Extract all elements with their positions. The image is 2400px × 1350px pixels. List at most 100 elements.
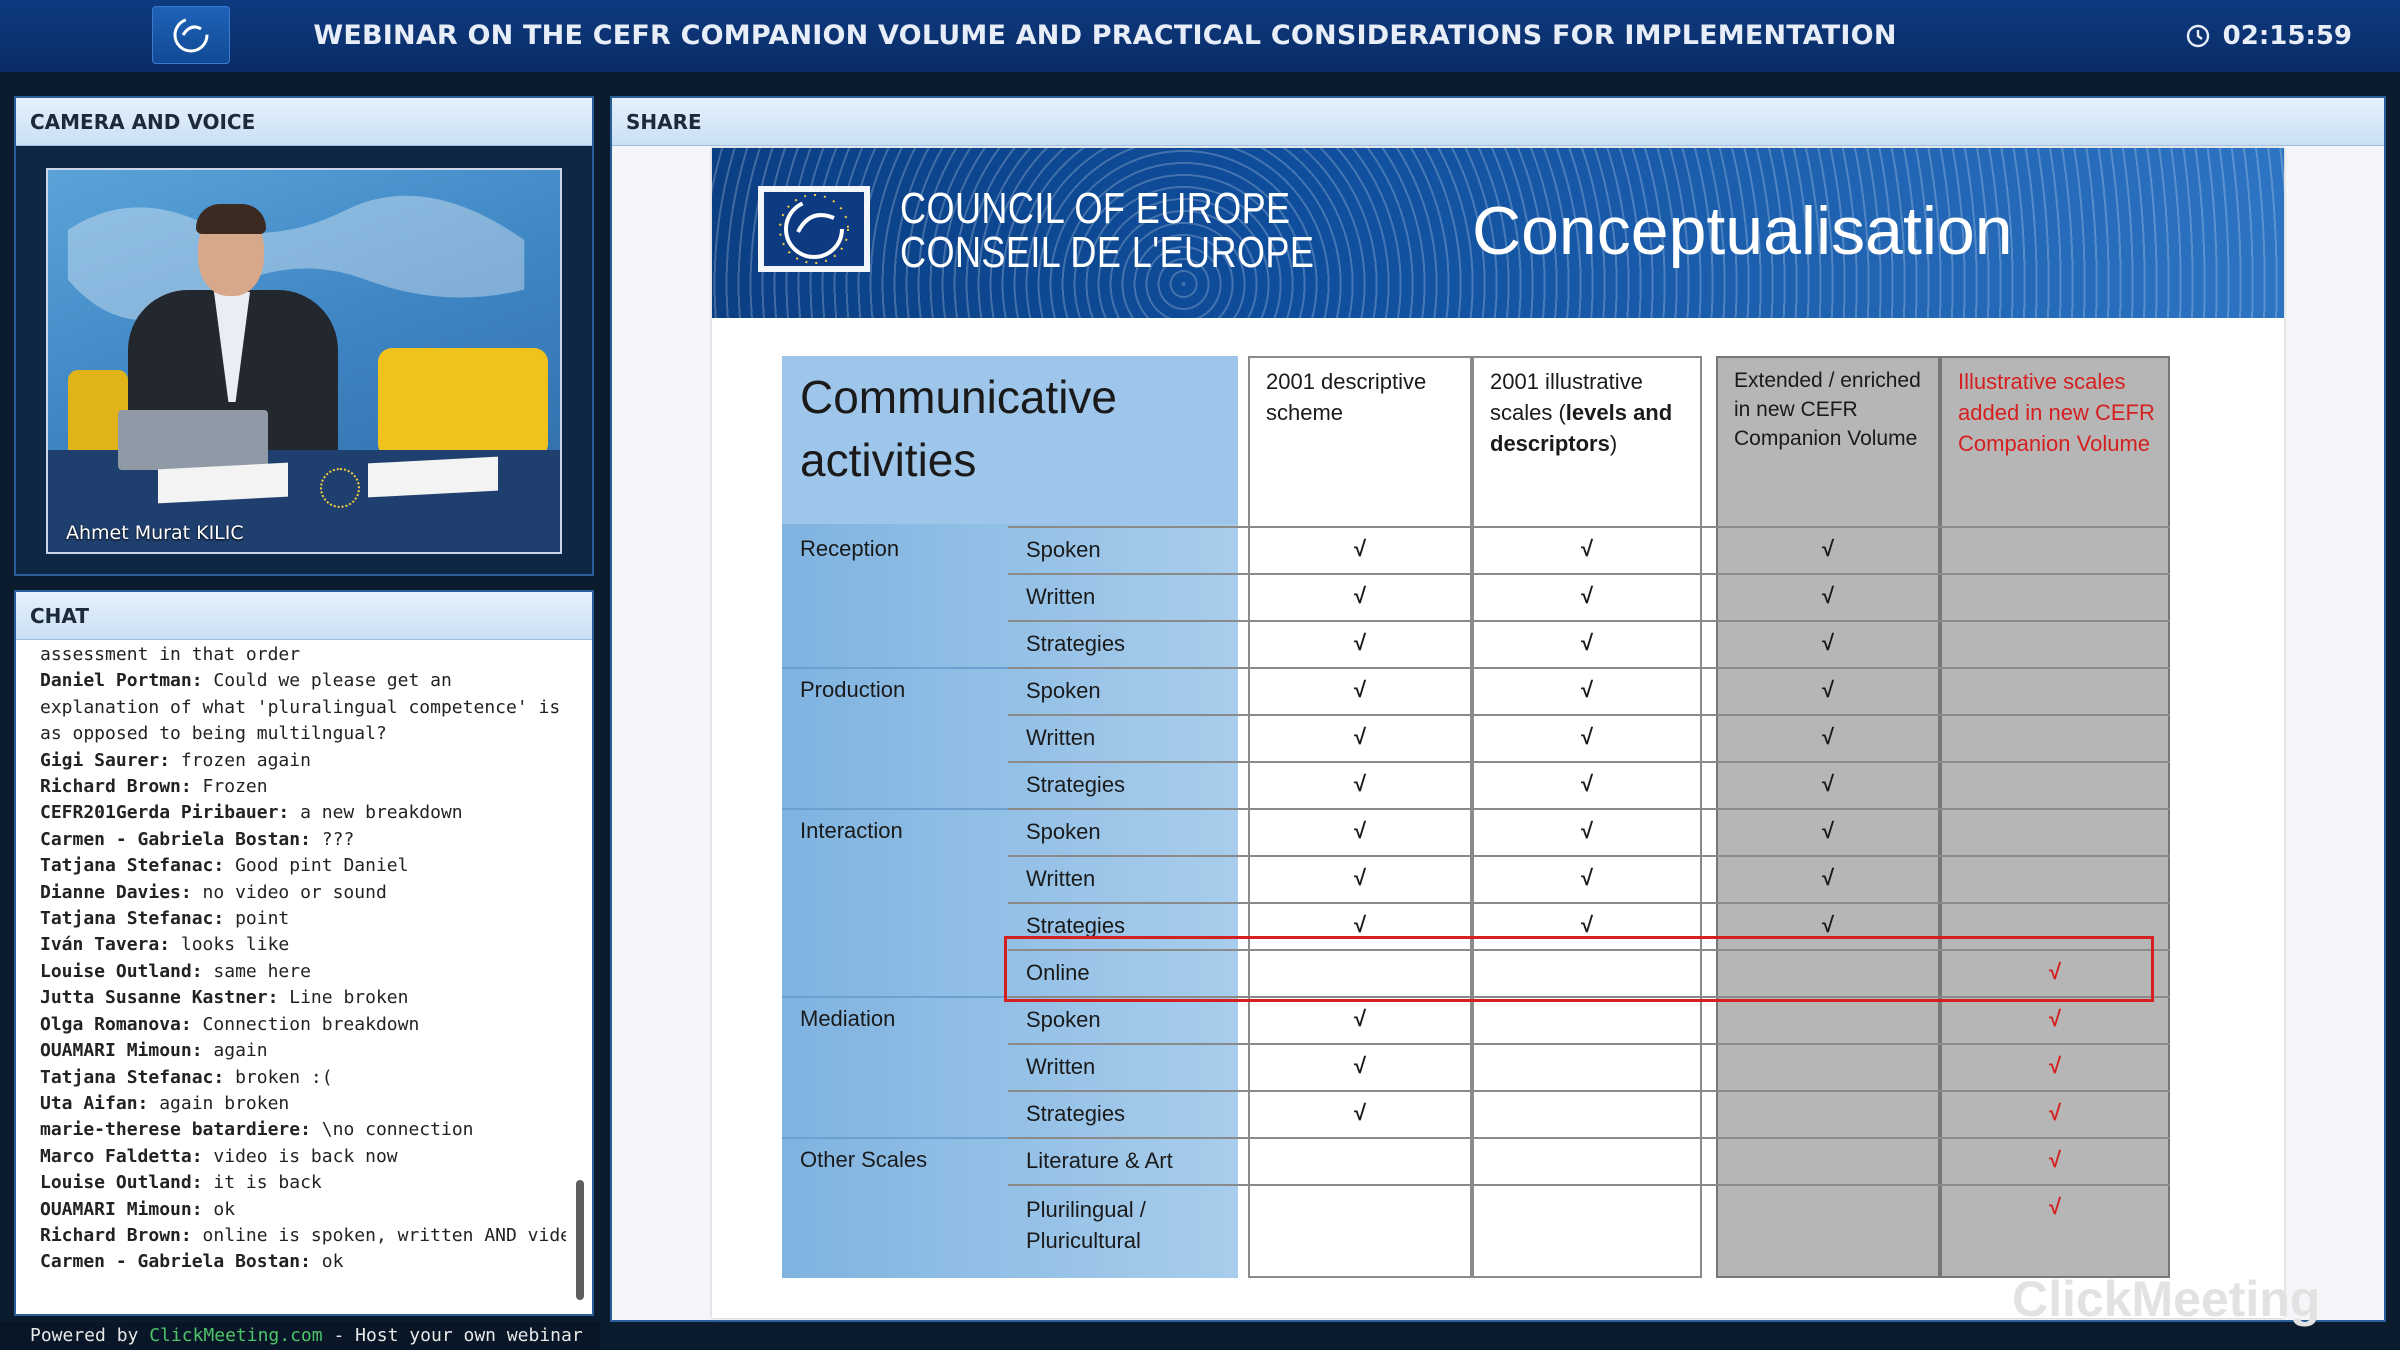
chat-text: no video or sound	[191, 881, 387, 903]
chat-text: Connection breakdown	[191, 1013, 420, 1035]
presentation-slide: COUNCIL OF EUROPE CONSEIL DE L'EUROPE Co…	[712, 148, 2320, 1327]
chat-message: Olga Romanova: Connection breakdown	[40, 1012, 566, 1038]
session-timer: 02:15:59	[2185, 0, 2352, 72]
col1-background	[1248, 356, 1472, 1278]
chat-message: OUAMARI Mimoun: again	[40, 1038, 566, 1064]
col2-header: 2001 illustrative scales (levels and des…	[1490, 366, 1696, 459]
check-mark: √	[1353, 583, 1367, 608]
check-mark: √	[1353, 912, 1367, 937]
app-logo-icon	[152, 6, 230, 64]
check-mark: √	[1353, 1006, 1367, 1031]
powered-by-footer: Powered by ClickMeeting.com - Host your …	[0, 1322, 600, 1350]
chat-author: Tatjana Stefanac:	[40, 1066, 225, 1088]
nameplate-right	[368, 456, 498, 498]
chat-message: Daniel Portman: Could we please get an e…	[40, 668, 566, 747]
coe-name-english: COUNCIL OF EUROPE	[900, 184, 1291, 233]
chat-text: video is back now	[202, 1145, 398, 1167]
chat-author: Richard Brown:	[40, 776, 192, 798]
check-mark: √	[1353, 1053, 1367, 1078]
chat-text: broken :(	[224, 1066, 333, 1088]
chat-message: CEFR201Gerda Piribauer: a new breakdown	[40, 800, 566, 826]
col4-background	[1940, 356, 2170, 1278]
check-mark: √	[1821, 583, 1835, 608]
chat-message: marie-therese batardiere: \no connection	[40, 1117, 566, 1143]
row-divider	[1008, 902, 2170, 904]
chair-right	[378, 348, 548, 458]
row-divider	[1008, 855, 2170, 857]
camera-panel-header: CAMERA AND VOICE	[16, 98, 592, 146]
chat-message: Dianne Davies: no video or sound	[40, 880, 566, 906]
row-divider	[1008, 808, 2170, 810]
chat-author: CEFR201Gerda Piribauer:	[40, 802, 290, 824]
chat-scrollbar-thumb[interactable]	[576, 1180, 584, 1300]
chat-message: Carmen - Gabriela Bostan: ???	[40, 827, 566, 853]
chat-message: Tatjana Stefanac: Good pint Daniel	[40, 853, 566, 879]
check-mark: √	[1821, 677, 1835, 702]
chat-author: Marco Faldetta:	[40, 1145, 203, 1167]
check-mark: √	[1580, 724, 1594, 749]
row-divider	[1008, 1137, 2170, 1139]
chat-message: Gigi Saurer: frozen again	[40, 748, 566, 774]
table-corner-label: Communicative activities	[800, 371, 1117, 486]
chat-message: assessment in that order	[40, 642, 566, 668]
slide-banner: COUNCIL OF EUROPE CONSEIL DE L'EUROPE Co…	[712, 148, 2284, 318]
chat-author: OUAMARI Mimoun:	[40, 1040, 203, 1062]
row-divider	[1008, 573, 2170, 575]
chat-text: again	[202, 1040, 268, 1062]
chat-text: same here	[202, 960, 311, 982]
check-mark: √	[1353, 1100, 1367, 1125]
chat-message: OUAMARI Mimoun: ok	[40, 1197, 566, 1223]
row-group-label: Reception	[800, 536, 900, 561]
chat-text: online is spoken, written AND video	[191, 1224, 566, 1246]
chat-author: Daniel Portman:	[40, 670, 203, 692]
row-label: Spoken	[1026, 1007, 1101, 1032]
check-mark: √	[1580, 818, 1594, 843]
chat-text: \no connection	[310, 1119, 474, 1141]
speaker-video[interactable]: Ahmet Murat KILIC	[46, 168, 562, 554]
camera-panel: CAMERA AND VOICE Ahmet Murat KILIC	[14, 96, 594, 576]
check-mark: √	[2048, 1194, 2062, 1219]
row-label: Written	[1026, 584, 1096, 609]
chat-message: Tatjana Stefanac: broken :(	[40, 1065, 566, 1091]
chat-messages[interactable]: assessment in that order Daniel Portman: …	[16, 642, 592, 1314]
chat-message: Richard Brown: Frozen	[40, 774, 566, 800]
chat-message: Louise Outland: it is back	[40, 1170, 566, 1196]
check-mark: √	[1580, 771, 1594, 796]
row-label: Written	[1026, 866, 1096, 891]
row-label: Spoken	[1026, 537, 1101, 562]
chat-message: Carmen - Gabriela Bostan: ok	[40, 1249, 566, 1275]
check-mark: √	[1580, 583, 1594, 608]
chat-text: Frozen	[191, 776, 268, 798]
chat-text: point	[224, 908, 290, 930]
check-mark: √	[1821, 865, 1835, 890]
chat-message: Iván Tavera: looks like	[40, 932, 566, 958]
footer-powered: Powered by	[30, 1325, 150, 1346]
slide-title: Conceptualisation	[1472, 193, 2013, 269]
council-of-europe-logo-icon	[758, 186, 870, 272]
webinar-title: WEBINAR ON THE CEFR COMPANION VOLUME AND…	[313, 20, 1897, 51]
chat-author: Uta Aifan:	[40, 1092, 149, 1114]
chat-text: assessment in that order	[40, 644, 301, 665]
check-mark: √	[1353, 724, 1367, 749]
footer-link[interactable]: ClickMeeting.com	[149, 1325, 322, 1346]
chat-author: Carmen - Gabriela Bostan:	[40, 1251, 311, 1273]
check-mark: √	[1821, 912, 1835, 937]
chat-message: Louise Outland: same here	[40, 959, 566, 985]
clickmeeting-watermark: ClickMeeting	[2012, 1271, 2321, 1327]
row-label: Strategies	[1026, 772, 1126, 797]
top-bar: WEBINAR ON THE CEFR COMPANION VOLUME AND…	[0, 0, 2400, 72]
check-mark: √	[1353, 677, 1367, 702]
chat-author: marie-therese batardiere:	[40, 1119, 311, 1141]
chat-scrollbar[interactable]	[576, 712, 584, 1300]
chat-text: a new breakdown	[289, 802, 463, 824]
check-mark: √	[1580, 912, 1594, 937]
nameplate-left	[158, 462, 288, 504]
check-mark: √	[1580, 865, 1594, 890]
check-mark: √	[1580, 677, 1594, 702]
row-label: Strategies	[1026, 1101, 1126, 1126]
share-panel-header: SHARE	[612, 98, 2384, 146]
chat-text: looks like	[170, 934, 290, 956]
col2-background	[1472, 356, 1702, 1278]
chat-message: Jutta Susanne Kastner: Line broken	[40, 985, 566, 1011]
speaker-hair	[196, 204, 266, 234]
